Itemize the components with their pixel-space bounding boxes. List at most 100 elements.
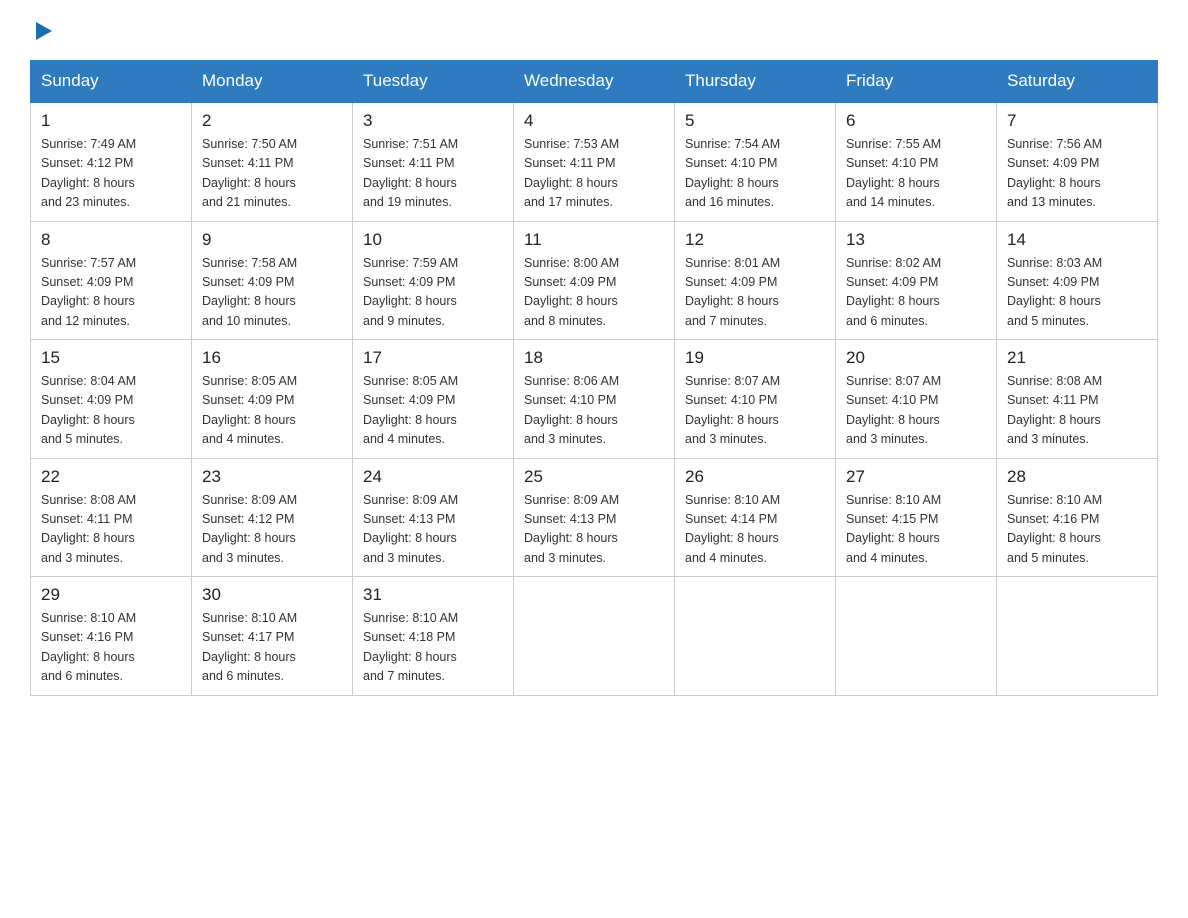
calendar-cell: 25 Sunrise: 8:09 AMSunset: 4:13 PMDayligh… <box>514 458 675 577</box>
calendar-week-row: 1 Sunrise: 7:49 AMSunset: 4:12 PMDaylight… <box>31 102 1158 221</box>
calendar-cell: 9 Sunrise: 7:58 AMSunset: 4:09 PMDaylight… <box>192 221 353 340</box>
day-number: 18 <box>524 348 664 368</box>
day-number: 17 <box>363 348 503 368</box>
day-number: 5 <box>685 111 825 131</box>
day-info: Sunrise: 8:01 AMSunset: 4:09 PMDaylight:… <box>685 254 825 332</box>
day-info: Sunrise: 8:02 AMSunset: 4:09 PMDaylight:… <box>846 254 986 332</box>
calendar-cell: 19 Sunrise: 8:07 AMSunset: 4:10 PMDayligh… <box>675 340 836 459</box>
day-number: 2 <box>202 111 342 131</box>
day-info: Sunrise: 7:56 AMSunset: 4:09 PMDaylight:… <box>1007 135 1147 213</box>
weekday-header: Wednesday <box>514 61 675 103</box>
day-info: Sunrise: 8:08 AMSunset: 4:11 PMDaylight:… <box>1007 372 1147 450</box>
calendar-cell: 23 Sunrise: 8:09 AMSunset: 4:12 PMDayligh… <box>192 458 353 577</box>
day-number: 6 <box>846 111 986 131</box>
day-number: 28 <box>1007 467 1147 487</box>
day-number: 15 <box>41 348 181 368</box>
logo <box>30 20 54 42</box>
day-number: 3 <box>363 111 503 131</box>
calendar-cell: 2 Sunrise: 7:50 AMSunset: 4:11 PMDaylight… <box>192 102 353 221</box>
day-info: Sunrise: 8:07 AMSunset: 4:10 PMDaylight:… <box>685 372 825 450</box>
day-number: 20 <box>846 348 986 368</box>
day-info: Sunrise: 7:51 AMSunset: 4:11 PMDaylight:… <box>363 135 503 213</box>
day-info: Sunrise: 8:10 AMSunset: 4:16 PMDaylight:… <box>41 609 181 687</box>
weekday-header: Sunday <box>31 61 192 103</box>
day-info: Sunrise: 7:58 AMSunset: 4:09 PMDaylight:… <box>202 254 342 332</box>
day-number: 24 <box>363 467 503 487</box>
day-number: 25 <box>524 467 664 487</box>
day-info: Sunrise: 8:05 AMSunset: 4:09 PMDaylight:… <box>202 372 342 450</box>
day-info: Sunrise: 8:09 AMSunset: 4:12 PMDaylight:… <box>202 491 342 569</box>
calendar-cell: 8 Sunrise: 7:57 AMSunset: 4:09 PMDaylight… <box>31 221 192 340</box>
weekday-header: Saturday <box>997 61 1158 103</box>
calendar-cell: 11 Sunrise: 8:00 AMSunset: 4:09 PMDayligh… <box>514 221 675 340</box>
day-number: 30 <box>202 585 342 605</box>
calendar-cell: 29 Sunrise: 8:10 AMSunset: 4:16 PMDayligh… <box>31 577 192 696</box>
day-number: 21 <box>1007 348 1147 368</box>
day-number: 1 <box>41 111 181 131</box>
day-info: Sunrise: 8:06 AMSunset: 4:10 PMDaylight:… <box>524 372 664 450</box>
day-info: Sunrise: 7:57 AMSunset: 4:09 PMDaylight:… <box>41 254 181 332</box>
calendar-cell <box>675 577 836 696</box>
day-number: 27 <box>846 467 986 487</box>
day-info: Sunrise: 8:09 AMSunset: 4:13 PMDaylight:… <box>524 491 664 569</box>
calendar-cell <box>514 577 675 696</box>
day-info: Sunrise: 8:03 AMSunset: 4:09 PMDaylight:… <box>1007 254 1147 332</box>
calendar-cell: 1 Sunrise: 7:49 AMSunset: 4:12 PMDaylight… <box>31 102 192 221</box>
day-number: 19 <box>685 348 825 368</box>
day-info: Sunrise: 8:10 AMSunset: 4:18 PMDaylight:… <box>363 609 503 687</box>
calendar-cell: 31Sunrise: 8:10 AMSunset: 4:18 PMDayligh… <box>353 577 514 696</box>
calendar-cell: 22Sunrise: 8:08 AMSunset: 4:11 PMDayligh… <box>31 458 192 577</box>
day-number: 14 <box>1007 230 1147 250</box>
day-info: Sunrise: 7:53 AMSunset: 4:11 PMDaylight:… <box>524 135 664 213</box>
calendar-cell: 16 Sunrise: 8:05 AMSunset: 4:09 PMDayligh… <box>192 340 353 459</box>
calendar-cell: 24 Sunrise: 8:09 AMSunset: 4:13 PMDayligh… <box>353 458 514 577</box>
calendar-cell: 28Sunrise: 8:10 AMSunset: 4:16 PMDayligh… <box>997 458 1158 577</box>
day-info: Sunrise: 8:00 AMSunset: 4:09 PMDaylight:… <box>524 254 664 332</box>
calendar-cell: 3 Sunrise: 7:51 AMSunset: 4:11 PMDaylight… <box>353 102 514 221</box>
day-number: 29 <box>41 585 181 605</box>
calendar-cell: 12Sunrise: 8:01 AMSunset: 4:09 PMDayligh… <box>675 221 836 340</box>
calendar-cell: 17 Sunrise: 8:05 AMSunset: 4:09 PMDayligh… <box>353 340 514 459</box>
calendar-cell: 5 Sunrise: 7:54 AMSunset: 4:10 PMDaylight… <box>675 102 836 221</box>
day-number: 23 <box>202 467 342 487</box>
day-info: Sunrise: 7:54 AMSunset: 4:10 PMDaylight:… <box>685 135 825 213</box>
day-number: 7 <box>1007 111 1147 131</box>
calendar-cell: 26Sunrise: 8:10 AMSunset: 4:14 PMDayligh… <box>675 458 836 577</box>
calendar-cell: 15 Sunrise: 8:04 AMSunset: 4:09 PMDayligh… <box>31 340 192 459</box>
day-info: Sunrise: 8:07 AMSunset: 4:10 PMDaylight:… <box>846 372 986 450</box>
day-info: Sunrise: 8:08 AMSunset: 4:11 PMDaylight:… <box>41 491 181 569</box>
calendar-cell: 21 Sunrise: 8:08 AMSunset: 4:11 PMDayligh… <box>997 340 1158 459</box>
calendar-cell <box>836 577 997 696</box>
day-info: Sunrise: 8:04 AMSunset: 4:09 PMDaylight:… <box>41 372 181 450</box>
day-info: Sunrise: 8:10 AMSunset: 4:14 PMDaylight:… <box>685 491 825 569</box>
day-number: 16 <box>202 348 342 368</box>
weekday-header: Monday <box>192 61 353 103</box>
day-info: Sunrise: 7:49 AMSunset: 4:12 PMDaylight:… <box>41 135 181 213</box>
calendar-cell: 4 Sunrise: 7:53 AMSunset: 4:11 PMDaylight… <box>514 102 675 221</box>
day-info: Sunrise: 8:10 AMSunset: 4:17 PMDaylight:… <box>202 609 342 687</box>
calendar-cell: 6 Sunrise: 7:55 AMSunset: 4:10 PMDaylight… <box>836 102 997 221</box>
day-number: 10 <box>363 230 503 250</box>
day-number: 4 <box>524 111 664 131</box>
day-number: 13 <box>846 230 986 250</box>
day-number: 11 <box>524 230 664 250</box>
calendar-cell: 20 Sunrise: 8:07 AMSunset: 4:10 PMDayligh… <box>836 340 997 459</box>
calendar-cell: 13 Sunrise: 8:02 AMSunset: 4:09 PMDayligh… <box>836 221 997 340</box>
weekday-header: Friday <box>836 61 997 103</box>
day-info: Sunrise: 8:09 AMSunset: 4:13 PMDaylight:… <box>363 491 503 569</box>
calendar-week-row: 8 Sunrise: 7:57 AMSunset: 4:09 PMDaylight… <box>31 221 1158 340</box>
calendar-cell: 30 Sunrise: 8:10 AMSunset: 4:17 PMDayligh… <box>192 577 353 696</box>
calendar-week-row: 29 Sunrise: 8:10 AMSunset: 4:16 PMDayligh… <box>31 577 1158 696</box>
day-number: 9 <box>202 230 342 250</box>
day-info: Sunrise: 8:10 AMSunset: 4:15 PMDaylight:… <box>846 491 986 569</box>
calendar-header-row: SundayMondayTuesdayWednesdayThursdayFrid… <box>31 61 1158 103</box>
day-info: Sunrise: 7:55 AMSunset: 4:10 PMDaylight:… <box>846 135 986 213</box>
page-header <box>30 20 1158 42</box>
day-number: 8 <box>41 230 181 250</box>
calendar-cell: 27 Sunrise: 8:10 AMSunset: 4:15 PMDayligh… <box>836 458 997 577</box>
calendar-cell: 18 Sunrise: 8:06 AMSunset: 4:10 PMDayligh… <box>514 340 675 459</box>
calendar-week-row: 22Sunrise: 8:08 AMSunset: 4:11 PMDayligh… <box>31 458 1158 577</box>
calendar-cell: 10Sunrise: 7:59 AMSunset: 4:09 PMDayligh… <box>353 221 514 340</box>
day-info: Sunrise: 8:05 AMSunset: 4:09 PMDaylight:… <box>363 372 503 450</box>
day-info: Sunrise: 7:50 AMSunset: 4:11 PMDaylight:… <box>202 135 342 213</box>
